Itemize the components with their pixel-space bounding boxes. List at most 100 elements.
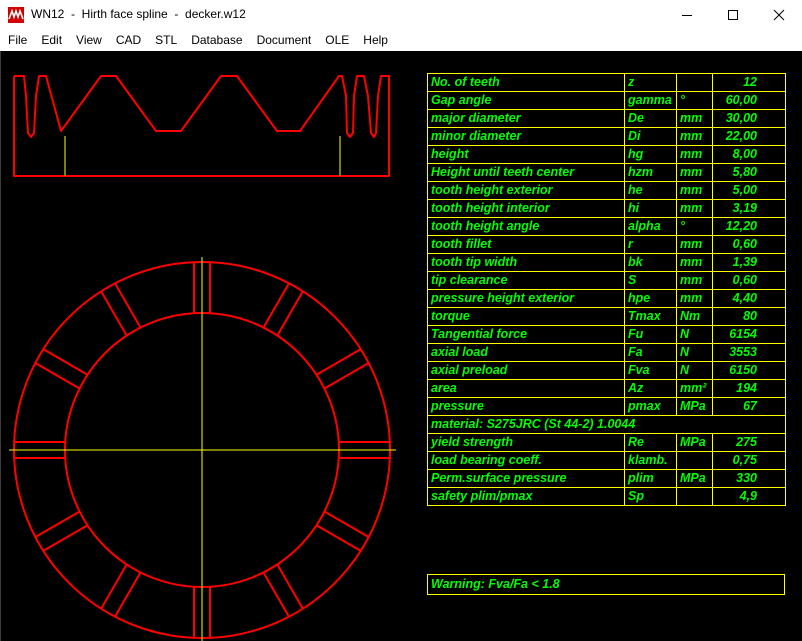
table-row: safety plim/pmax Sp 4,9 [427,487,786,506]
menu-help[interactable]: Help [356,30,395,51]
table-row: axial load Fa N 3553 [427,343,786,362]
param-value[interactable]: 12 [712,73,786,92]
param-value[interactable]: 330 [712,469,786,488]
menu-database[interactable]: Database [184,30,249,51]
param-value[interactable]: 194 [712,379,786,398]
param-unit [676,73,713,92]
table-row: Gap angle gamma ° 60,00 [427,91,786,110]
param-value[interactable]: 80 [712,307,786,326]
table-row: material: S275JRC (St 44-2) 1.0044 [427,415,786,434]
param-value[interactable]: 67 [712,397,786,416]
front-view [9,257,396,641]
close-button[interactable] [756,0,802,30]
param-unit: mm [676,289,713,308]
param-unit: MPa [676,469,713,488]
table-row: tip clearance Smm 0,60 [427,271,786,290]
title-bar: WN12 - Hirth face spline - decker.w12 [0,0,802,31]
param-unit: mm [676,253,713,272]
menu-edit[interactable]: Edit [34,30,69,51]
param-symbol: S [624,271,677,290]
param-label: safety plim/pmax [427,487,625,506]
param-value[interactable]: 5,00 [712,181,786,200]
menu-document[interactable]: Document [250,30,319,51]
menu-ole[interactable]: OLE [318,30,356,51]
param-symbol: klamb. [624,451,677,470]
param-value[interactable]: 6154 [712,325,786,344]
menu-cad[interactable]: CAD [109,30,148,51]
param-symbol: r [624,235,677,254]
param-unit: ° [676,217,713,236]
param-unit [676,451,713,470]
param-unit: mm² [676,379,713,398]
param-unit: mm [676,271,713,290]
param-symbol: Re [624,433,677,452]
maximize-button[interactable] [710,0,756,30]
param-symbol: Fva [624,361,677,380]
table-row: tooth height angle alpha ° 12,20 [427,217,786,236]
menu-view[interactable]: View [69,30,109,51]
param-label: yield strength [427,433,625,452]
param-label: area [427,379,625,398]
param-value[interactable]: 3,19 [712,199,786,218]
table-row: No. of teeth z 12 [427,73,786,92]
param-label: Tangential force [427,325,625,344]
param-value[interactable]: 22,00 [712,127,786,146]
param-unit: mm [676,235,713,254]
material-row[interactable]: material: S275JRC (St 44-2) 1.0044 [427,415,786,434]
minimize-button[interactable] [664,0,710,30]
param-value[interactable]: 1,39 [712,253,786,272]
param-symbol: pmax [624,397,677,416]
param-label: height [427,145,625,164]
param-value[interactable]: 4,40 [712,289,786,308]
cad-canvas[interactable]: No. of teeth z 12 Gap angle gamma ° 60,00 maj… [0,51,802,641]
table-row: yield strength Re MPa 275 [427,433,786,452]
param-unit: MPa [676,433,713,452]
param-value[interactable]: 60,00 [712,91,786,110]
param-symbol: gamma [624,91,677,110]
param-value[interactable]: 3553 [712,343,786,362]
param-unit: mm [676,163,713,182]
param-unit: mm [676,145,713,164]
param-label: No. of teeth [427,73,625,92]
table-row: axial preload Fva N 6150 [427,361,786,380]
param-value[interactable]: 0,60 [712,271,786,290]
table-row: tooth height interior hi mm 3,19 [427,199,786,218]
param-symbol: bk [624,253,677,272]
param-value[interactable]: 275 [712,433,786,452]
table-row: Height until teeth center hzm mm 5,80 [427,163,786,182]
param-value[interactable]: 30,00 [712,109,786,128]
param-symbol: Tmax [624,307,677,326]
param-value[interactable]: 6150 [712,361,786,380]
param-unit: N [676,325,713,344]
param-value[interactable]: 0,75 [712,451,786,470]
param-label: Perm.surface pressure [427,469,625,488]
param-symbol: hzm [624,163,677,182]
param-label: minor diameter [427,127,625,146]
menu-stl[interactable]: STL [148,30,184,51]
param-symbol: De [624,109,677,128]
table-row: major diameter De mm 30,00 [427,109,786,128]
table-row: pressure height exterior hpe mm 4,40 [427,289,786,308]
param-symbol: Az [624,379,677,398]
tooth-profile-view [13,75,390,177]
param-symbol: hpe [624,289,677,308]
param-label: Gap angle [427,91,625,110]
param-symbol: Fa [624,343,677,362]
table-row: Tangential force Fu N 6154 [427,325,786,344]
param-label: tooth fillet [427,235,625,254]
table-row: load bearing coeff. klamb. 0,75 [427,451,786,470]
param-value[interactable]: 5,80 [712,163,786,182]
menu-file[interactable]: File [0,30,34,51]
param-label: pressure [427,397,625,416]
param-label: torque [427,307,625,326]
param-unit [676,487,713,506]
param-symbol: alpha [624,217,677,236]
param-value[interactable]: 4,9 [712,487,786,506]
param-value[interactable]: 0,60 [712,235,786,254]
param-value[interactable]: 12,20 [712,217,786,236]
minimize-icon [682,15,692,16]
wn12-app-icon [8,7,24,23]
param-symbol: Di [624,127,677,146]
param-value[interactable]: 8,00 [712,145,786,164]
param-label: axial load [427,343,625,362]
